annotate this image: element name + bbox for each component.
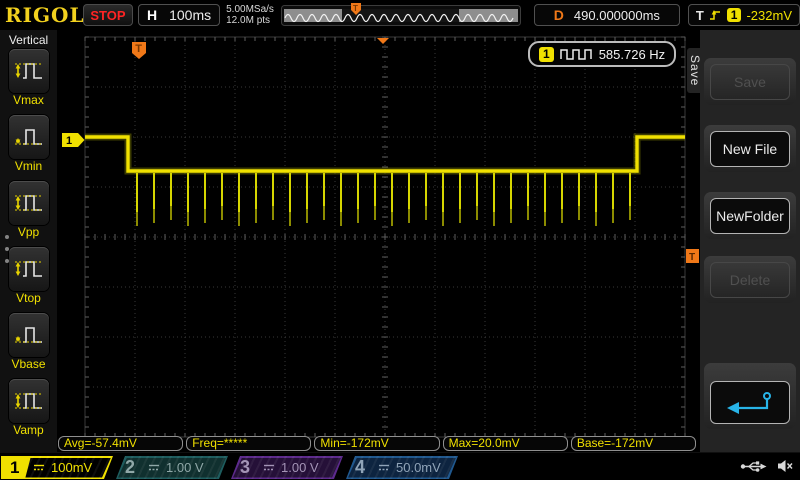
sample-rate: 5.00MSa/s bbox=[226, 4, 274, 15]
trigger-source-badge: 1 bbox=[726, 8, 742, 22]
delay-readout-box[interactable]: D 490.000000ms bbox=[533, 4, 680, 26]
usb-icon bbox=[740, 460, 767, 472]
dc-coupling-icon bbox=[378, 463, 390, 472]
svg-text:T: T bbox=[353, 4, 358, 13]
horizontal-timebase-box[interactable]: H 100ms bbox=[137, 4, 221, 26]
top-status-bar: RIGOL STOP H 100ms 5.00MSa/s 12.0M pts T… bbox=[0, 0, 800, 31]
menu-item-vbase[interactable]: Vbase bbox=[0, 313, 57, 378]
delay-value: 490.000000ms bbox=[573, 7, 660, 23]
waveform-display[interactable]: 1 T T 1 585.726 Hz Avg=-57.4mV Freq=***** … bbox=[57, 30, 700, 452]
vmax-icon bbox=[14, 63, 43, 79]
channel-3-status[interactable]: 3 1.00 V bbox=[231, 456, 343, 479]
dc-coupling-icon bbox=[148, 463, 160, 472]
measure-avg[interactable]: Avg=-57.4mV bbox=[58, 436, 184, 451]
right-softkey-menu: Save New File NewFolder Delete bbox=[700, 30, 800, 452]
menu-title: Vertical bbox=[8, 33, 49, 47]
trigger-readout-box[interactable]: T 1 -232mV bbox=[687, 4, 800, 26]
channel-number: 4 bbox=[355, 457, 366, 477]
new-file-button[interactable]: New File bbox=[704, 125, 796, 172]
oscilloscope-screen: RIGOL STOP H 100ms 5.00MSa/s 12.0M pts T… bbox=[0, 0, 800, 480]
dc-coupling-icon bbox=[263, 463, 275, 472]
frequency-counter-badge: 1 585.726 Hz bbox=[528, 41, 677, 67]
measure-min[interactable]: Min=-172mV bbox=[314, 436, 440, 451]
acquisition-info: 5.00MSa/s 12.0M pts bbox=[226, 4, 278, 26]
vtop-icon bbox=[14, 261, 43, 277]
rising-edge-icon bbox=[709, 10, 720, 20]
horizontal-label: H bbox=[146, 7, 158, 23]
delay-label: D bbox=[553, 7, 564, 23]
svg-text:1: 1 bbox=[66, 135, 72, 147]
run-stop-status[interactable]: STOP bbox=[83, 4, 133, 26]
channel-status-bar: 1 100mV 2 1.00 V 3 1.00 V 4 50.0mV bbox=[0, 452, 800, 480]
channel-2-status[interactable]: 2 1.00 V bbox=[116, 456, 228, 479]
delete-button[interactable]: Delete bbox=[704, 256, 796, 303]
menu-item-vmax[interactable]: Vmax bbox=[0, 49, 57, 114]
channel-scale: 100mV bbox=[51, 460, 93, 475]
channel-number: 1 bbox=[1, 456, 31, 479]
menu-item-vmin[interactable]: Vmin bbox=[0, 115, 57, 180]
channel-scale: 1.00 V bbox=[166, 460, 204, 475]
memory-depth: 12.0M pts bbox=[226, 15, 271, 26]
channel1-ground-marker: 1 bbox=[62, 133, 85, 147]
channel-number: 3 bbox=[240, 457, 251, 477]
vpp-icon bbox=[14, 195, 43, 211]
square-wave-icon bbox=[559, 49, 592, 60]
measure-base[interactable]: Base=-172mV bbox=[570, 436, 697, 451]
menu-item-vamp[interactable]: Vamp bbox=[0, 379, 57, 444]
channel-scale: 50.0mV bbox=[396, 460, 441, 475]
menu-page-indicator bbox=[5, 235, 9, 263]
vbase-icon bbox=[14, 327, 43, 343]
vamp-icon bbox=[14, 393, 43, 409]
dc-coupling-icon bbox=[33, 463, 45, 472]
measure-max[interactable]: Max=20.0mV bbox=[442, 436, 568, 451]
left-measure-menu: Vertical Vmax Vmin Vpp Vtop Vbase Vamp bbox=[0, 30, 57, 452]
return-arrow-icon bbox=[727, 391, 771, 414]
new-folder-button[interactable]: NewFolder bbox=[704, 192, 796, 239]
save-button[interactable]: Save bbox=[704, 58, 796, 105]
graticule-and-trace: 1 T T bbox=[62, 36, 699, 438]
svg-text:T: T bbox=[689, 252, 695, 263]
frequency-value: 585.726 Hz bbox=[598, 46, 666, 62]
trigger-level-value: -232mV bbox=[746, 7, 792, 23]
channel-1-status[interactable]: 1 100mV bbox=[1, 456, 113, 479]
trigger-level-marker: T bbox=[686, 249, 699, 263]
timebase-value: 100ms bbox=[169, 7, 212, 23]
channel-4-status[interactable]: 4 50.0mV bbox=[346, 456, 458, 479]
speaker-muted-icon bbox=[778, 460, 793, 472]
memory-waveform-thumbnail[interactable]: T bbox=[280, 3, 525, 27]
back-button[interactable] bbox=[704, 363, 796, 429]
svg-text:T: T bbox=[135, 43, 142, 55]
measurement-results-row: Avg=-57.4mV Freq=***** Min=-172mV Max=20… bbox=[58, 436, 697, 451]
rigol-logo: RIGOL bbox=[5, 3, 85, 27]
trigger-label: T bbox=[695, 7, 704, 23]
counter-channel-badge: 1 bbox=[539, 46, 554, 62]
measure-freq[interactable]: Freq=***** bbox=[186, 436, 312, 451]
channel-scale: 1.00 V bbox=[281, 460, 319, 475]
channel-number: 2 bbox=[125, 457, 136, 477]
vmin-icon bbox=[14, 129, 43, 145]
